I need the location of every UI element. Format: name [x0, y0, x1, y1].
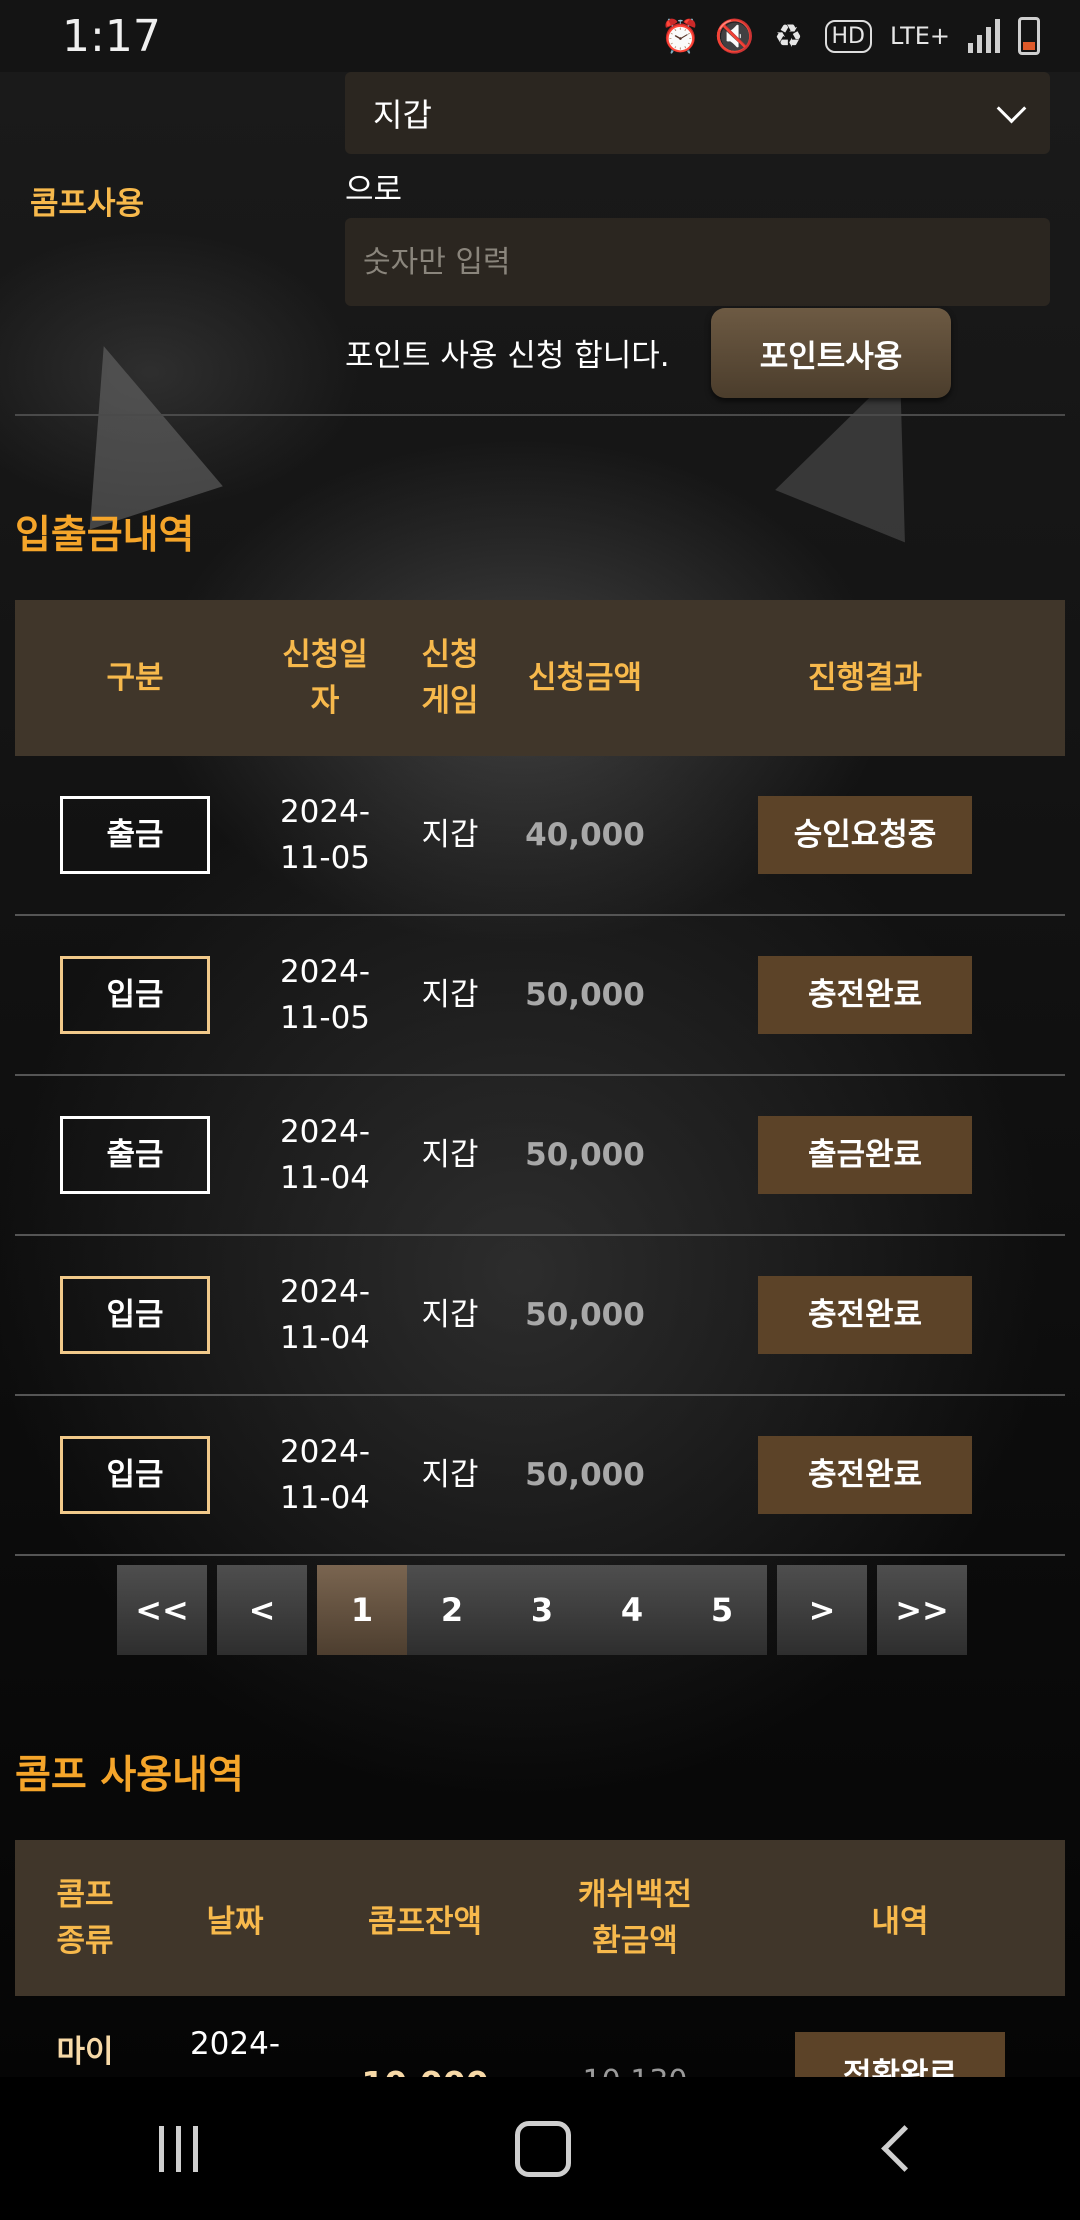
comp-balance: 10,000 [361, 2064, 488, 2077]
page-number-group: 1 2 3 4 5 [317, 1565, 767, 1655]
use-points-button[interactable]: 포인트사용 [711, 308, 951, 398]
type-badge: 입금 [60, 956, 210, 1034]
history-table-header: 구분 신청일 자 신청 게임 신청금액 진행결과 [15, 600, 1065, 756]
row-date: 2024- 11-05 [279, 794, 371, 876]
wallet-select[interactable]: 지갑 [345, 72, 1050, 154]
lte-icon: LTE+ [890, 22, 950, 50]
page-button-4[interactable]: 4 [587, 1565, 677, 1655]
table-row: 출금 2024- 11-05 지갑 40,000 승인요청중 [15, 756, 1065, 916]
status-button[interactable]: 충전완료 [758, 956, 972, 1034]
page-button-2[interactable]: 2 [407, 1565, 497, 1655]
type-badge: 출금 [60, 1116, 210, 1194]
to-text: 으로 [345, 172, 403, 208]
table-row: 입금 2024- 11-04 지갑 50,000 충전완료 [15, 1236, 1065, 1396]
header-game: 신청 게임 [421, 637, 479, 719]
comp-history-table: 콤프 종류 날짜 콤프잔액 캐쉬백전 환금액 내역 마이 2024- 10,00… [15, 1840, 1065, 2077]
table-row: 출금 2024- 11-04 지갑 50,000 출금완료 [15, 1076, 1065, 1236]
type-badge: 입금 [60, 1436, 210, 1514]
type-badge: 출금 [60, 796, 210, 874]
row-amount: 50,000 [525, 1457, 645, 1493]
header-comp-kind: 콤프 종류 [56, 1877, 114, 1959]
row-game: 지갑 [421, 1457, 479, 1493]
prev-page-button[interactable]: < [217, 1565, 307, 1655]
next-page-button[interactable]: > [777, 1565, 867, 1655]
table-row: 입금 2024- 11-04 지갑 50,000 충전완료 [15, 1396, 1065, 1556]
comp-use-label: 콤프사용 [30, 186, 145, 222]
page-content: 콤프사용 지갑 으로 포인트 사용 신청 합니다. 포인트사용 입출금내역 구분… [0, 72, 1080, 2077]
row-game: 지갑 [421, 817, 479, 853]
row-amount: 50,000 [525, 1137, 645, 1173]
history-title: 입출금내역 [15, 513, 195, 558]
header-type: 구분 [106, 660, 164, 696]
comp-history-title: 콤프 사용내역 [15, 1753, 244, 1798]
comp-table-header: 콤프 종류 날짜 콤프잔액 캐쉬백전 환금액 내역 [15, 1840, 1065, 1996]
comp-date: 2024- [189, 2026, 281, 2062]
table-row: 입금 2024- 11-05 지갑 50,000 충전완료 [15, 916, 1065, 1076]
header-cashback: 캐쉬백전 환금액 [577, 1877, 693, 1959]
header-result: 진행결과 [807, 660, 923, 696]
row-game: 지갑 [421, 1297, 479, 1333]
first-page-button[interactable]: << [117, 1565, 207, 1655]
battery-icon [1018, 17, 1040, 55]
last-page-button[interactable]: >> [877, 1565, 967, 1655]
row-date: 2024- 11-04 [279, 1434, 371, 1516]
table-row: 마이 2024- 10,000 10,130 전환완료 [15, 1996, 1065, 2077]
history-table: 구분 신청일 자 신청 게임 신청금액 진행결과 출금 2024- 11-05 … [15, 600, 1065, 1556]
status-bar: 1:17 ⏰ 🔇 ♻ HD LTE+ [0, 0, 1080, 72]
hd-voice-icon: HD [824, 19, 872, 53]
page-button-5[interactable]: 5 [677, 1565, 767, 1655]
header-amount: 신청금액 [527, 660, 643, 696]
row-date: 2024- 11-04 [279, 1274, 371, 1356]
cashback-amount: 10,130 [583, 2064, 688, 2077]
chevron-down-icon [996, 93, 1027, 123]
status-button[interactable]: 승인요청중 [758, 796, 972, 874]
back-icon[interactable] [881, 2125, 929, 2172]
status-button[interactable]: 충전완료 [758, 1436, 972, 1514]
divider [15, 414, 1065, 416]
wallet-select-value: 지갑 [373, 96, 432, 134]
home-icon[interactable] [514, 2120, 571, 2177]
header-date: 신청일 자 [282, 637, 368, 719]
status-time: 1:17 [62, 10, 161, 62]
row-amount: 50,000 [525, 1297, 645, 1333]
header-comp-detail: 내역 [871, 1903, 929, 1940]
system-nav-bar [0, 2077, 1080, 2220]
alarm-icon: ⏰ [660, 17, 701, 55]
comp-kind: 마이 [56, 2034, 114, 2070]
pagination: << < 1 2 3 4 5 > >> [117, 1565, 967, 1655]
signal-icon [968, 19, 1000, 53]
status-button[interactable]: 전환완료 [795, 2032, 1005, 2077]
header-comp-balance: 콤프잔액 [367, 1903, 483, 1940]
recent-apps-icon[interactable] [158, 2125, 198, 2172]
page-button-1[interactable]: 1 [317, 1565, 407, 1655]
header-comp-date: 날짜 [206, 1903, 264, 1940]
mute-icon: 🔇 [714, 17, 755, 55]
row-game: 지갑 [421, 1137, 479, 1173]
type-badge: 입금 [60, 1276, 210, 1354]
recycle-icon: ♻ [774, 17, 803, 55]
point-amount-input[interactable] [345, 218, 1050, 306]
status-button[interactable]: 출금완료 [758, 1116, 972, 1194]
row-date: 2024- 11-05 [279, 954, 371, 1036]
status-button[interactable]: 충전완료 [758, 1276, 972, 1354]
status-icons: ⏰ 🔇 ♻ HD LTE+ [660, 17, 1040, 55]
apply-description: 포인트 사용 신청 합니다. [345, 338, 670, 374]
page-button-3[interactable]: 3 [497, 1565, 587, 1655]
row-date: 2024- 11-04 [279, 1114, 371, 1196]
row-amount: 40,000 [525, 817, 645, 853]
row-game: 지갑 [421, 977, 479, 1013]
row-amount: 50,000 [525, 977, 645, 1013]
